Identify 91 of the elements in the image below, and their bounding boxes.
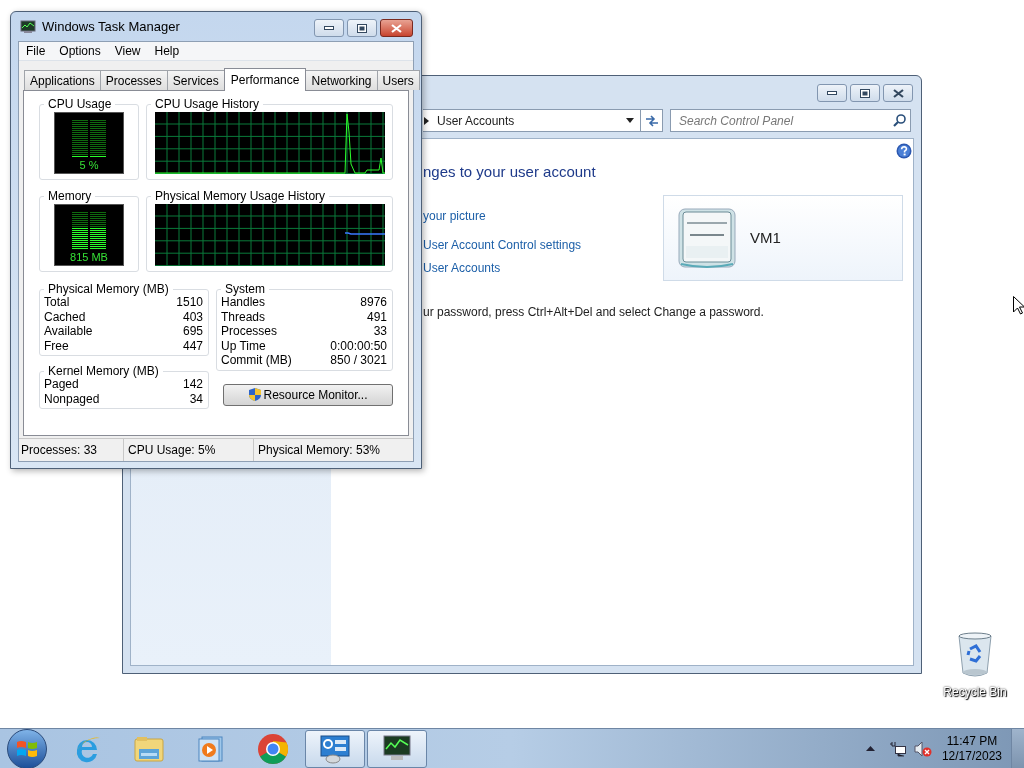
stat-label: Nonpaged [44,391,100,406]
meter-reading: 5 % [79,159,99,171]
stat-value: 0:00:00:50 [330,338,387,353]
task-link[interactable]: User Accounts [423,260,501,276]
password-note: ur password, press Ctrl+Alt+Del and select Change a password. [423,304,765,321]
dropdown-caret-icon[interactable] [626,118,634,123]
search-field[interactable]: Search Control Panel [670,109,911,132]
window-title: Windows Task Manager [42,17,181,36]
maximize-icon [357,23,367,33]
close-icon [391,23,402,33]
group-title: Memory [47,190,93,202]
tab[interactable]: Networking [305,70,378,90]
media-player-icon [198,734,224,763]
close-button[interactable] [380,19,413,37]
group-title: Physical Memory Usage History [154,190,327,202]
task-link[interactable]: your picture [423,208,486,224]
stat-value: 403 [182,309,203,324]
muted-speaker-icon[interactable] [913,740,932,757]
stat-label: Threads [221,309,266,324]
page-heading: nges to your user account [423,162,597,182]
group-title: Kernel Memory (MB) [47,365,160,377]
taskbar-button[interactable] [305,729,365,768]
address-bar[interactable]: User Accounts [423,109,641,132]
close-button[interactable] [883,84,913,102]
minimize-button[interactable] [817,84,847,102]
account-name: VM1 [750,227,781,248]
group-title: System [224,283,266,295]
resource-monitor-button[interactable]: Resource Monitor... [223,383,393,406]
refresh-icon [644,114,659,127]
menu-item[interactable]: Help [147,42,187,60]
start-button[interactable] [7,728,47,768]
breadcrumb-arrow-icon [424,116,429,125]
help-icon[interactable] [896,143,912,159]
clock-date[interactable]: 12/17/2023 [941,748,1002,764]
chrome-icon [257,732,289,765]
minimize-button[interactable] [314,19,344,37]
stat-label: Up Time [221,338,266,353]
group-title: Physical Memory (MB) [47,283,170,295]
control-panel-icon [319,733,351,764]
stat-value: 695 [182,324,203,339]
stat-label: Total [44,295,70,310]
close-icon [892,88,904,98]
windows-logo-icon [16,738,38,759]
stat-label: Paged [44,377,79,392]
stat-value: 491 [366,309,387,324]
stat-value: 8976 [360,295,387,310]
taskbar-button[interactable] [367,729,427,768]
tab[interactable]: Performance [223,68,307,91]
stat-value: 142 [182,377,203,392]
status-text: Physical Memory: 53% [253,439,413,461]
maximize-button[interactable] [347,19,377,37]
group-title: CPU Usage History [154,98,261,110]
stat-label: Free [44,338,69,353]
stat-value: 447 [182,338,203,353]
stat-label: Processes [221,324,278,339]
stat-label: Cached [44,309,86,324]
stat-label: Commit (MB) [221,353,292,368]
folder-icon [133,734,165,763]
stat-value: 850 / 3021 [330,353,387,368]
tab[interactable]: Users [376,70,420,90]
status-text: Processes: 33 [20,442,99,459]
tab[interactable]: Services [166,70,225,90]
recycle-bin-icon[interactable] [956,631,994,679]
mouse-cursor-icon [1013,296,1024,315]
menu-item[interactable]: File [19,42,53,60]
stat-value: 34 [189,391,203,406]
stat-value: 33 [373,324,387,339]
minimize-icon [827,91,837,95]
network-icon[interactable] [889,740,906,757]
maximize-button[interactable] [850,84,880,102]
menu-item[interactable]: View [107,42,148,60]
meter-reading: 815 MB [70,251,108,263]
task-link[interactable]: User Account Control settings [423,237,582,253]
status-text: CPU Usage: 5% [123,439,253,461]
stat-label: Available [44,324,93,339]
task-manager-icon [20,19,36,34]
search-icon[interactable] [893,114,906,127]
stat-label: Handles [221,295,266,310]
clock-time[interactable]: 11:47 PM [946,733,998,749]
menu-item[interactable]: Options [52,42,108,60]
maximize-icon [860,88,870,98]
breadcrumb-item[interactable]: User Accounts [437,111,626,130]
show-hidden-icons-icon[interactable] [865,746,875,751]
tab[interactable]: Processes [99,70,168,90]
tab[interactable]: Applications [24,70,101,90]
stat-value: 1510 [176,295,203,310]
refresh-button[interactable] [641,109,663,132]
group-title: CPU Usage [47,98,113,110]
shield-icon [248,387,263,402]
minimize-icon [324,26,334,30]
desktop-icon-label[interactable]: Recycle Bin [943,683,1007,701]
